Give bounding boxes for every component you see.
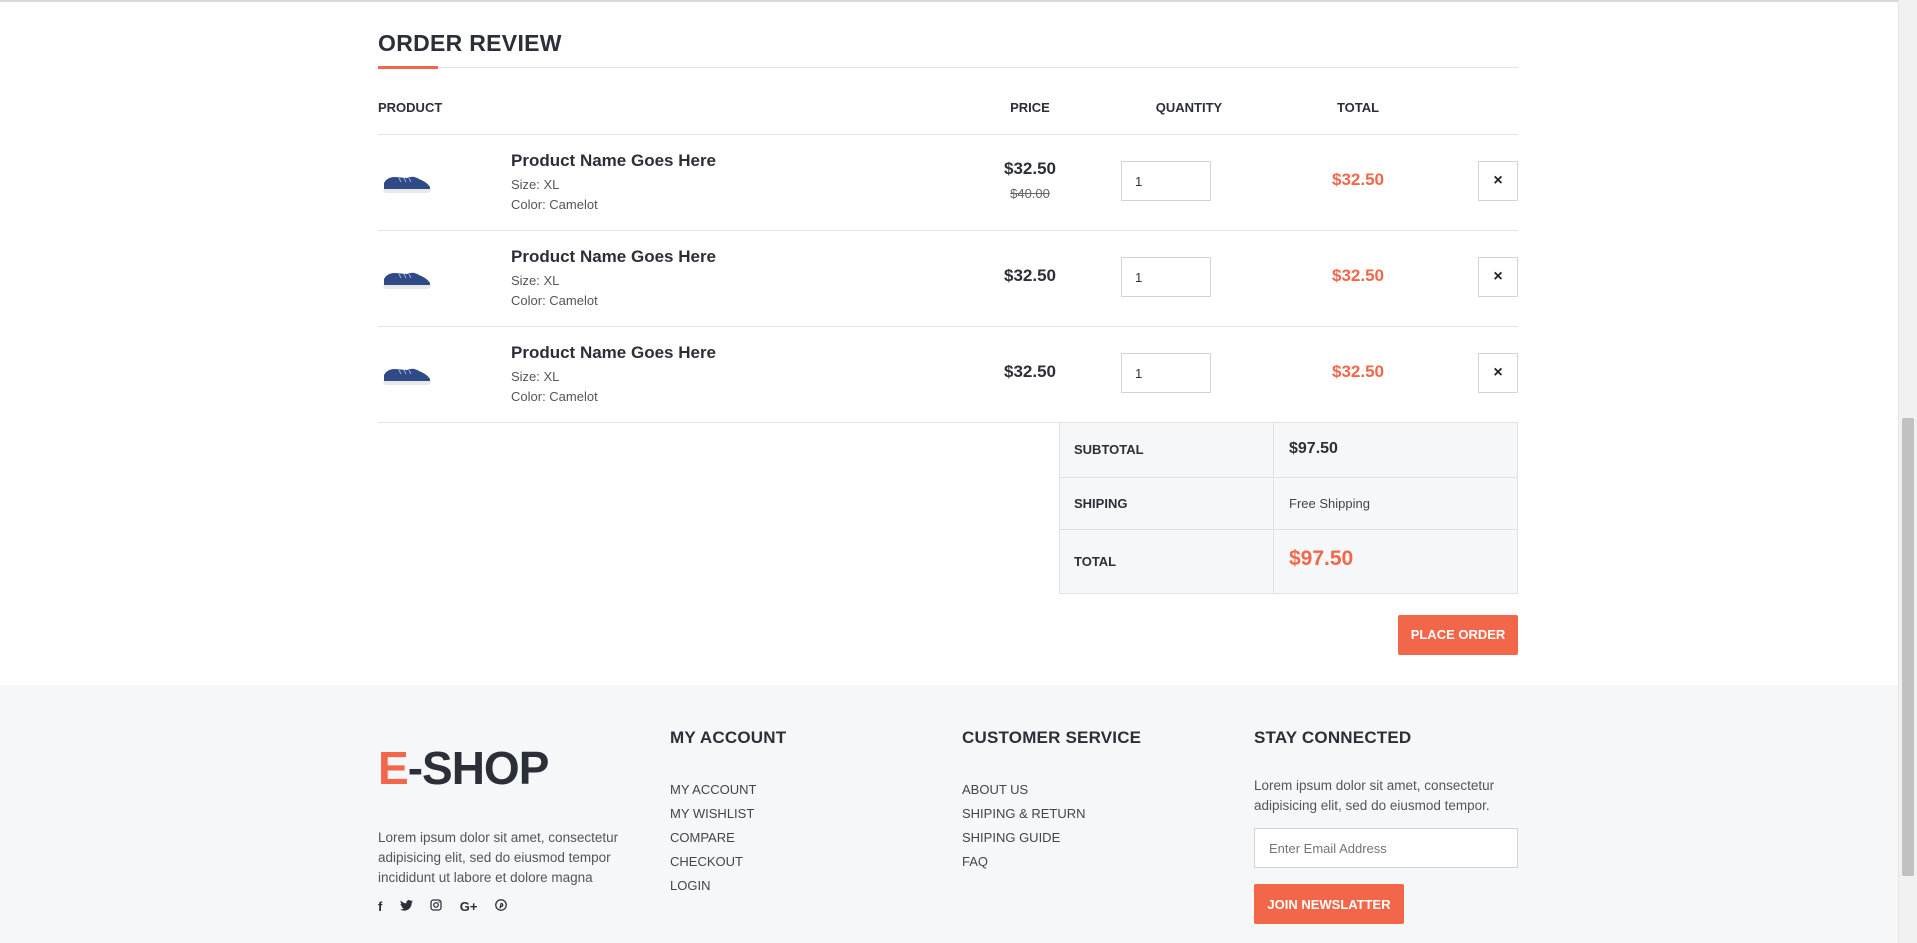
table-row: Product Name Goes Here Size: XL Color: C… [378,230,1518,326]
product-color: Color: Camelot [511,389,598,404]
footer-link-compare[interactable]: COMPARE [670,826,786,850]
join-newsletter-button[interactable]: JOIN NEWSLATTER [1254,884,1404,924]
summary-divider [1273,530,1274,593]
table-row: Product Name Goes Here Size: XL Color: C… [378,134,1518,230]
product-size: Size: XL [511,369,560,384]
footer-my-account: MY ACCOUNT MY ACCOUNT MY WISHLIST COMPAR… [670,728,786,898]
site-logo[interactable]: E-SHOP [378,741,550,795]
close-icon: × [1493,364,1503,381]
social-links: f G+ [378,898,520,918]
logo-accent: E [378,742,409,794]
twitter-icon[interactable] [399,899,413,914]
footer-link-shipping-guide[interactable]: SHIPING GUIDE [962,826,1141,850]
footer-customer-service: CUSTOMER SERVICE ABOUT US SHIPING & RETU… [962,728,1141,874]
column-product: PRODUCT [378,100,443,115]
shoe-thumbnail[interactable] [381,169,433,195]
product-size: Size: XL [511,177,560,192]
product-color: Color: Camelot [511,293,598,308]
order-review-title: ORDER REVIEW [378,30,562,56]
column-price: PRICE [1010,100,1050,115]
title-accent-bar [378,66,438,69]
footer-link-my-wishlist[interactable]: MY WISHLIST [670,802,786,826]
shipping-label: SHIPING [1074,496,1128,511]
summary-divider [1273,478,1274,529]
remove-item-button[interactable]: × [1478,353,1518,393]
footer-heading: CUSTOMER SERVICE [962,728,1142,747]
footer-link-my-account[interactable]: MY ACCOUNT [670,778,786,802]
product-color: Color: Camelot [511,197,598,212]
footer-link-checkout[interactable]: CHECKOUT [670,850,786,874]
footer-heading: MY ACCOUNT [670,728,787,747]
product-name[interactable]: Product Name Goes Here [511,247,716,267]
top-border [0,0,1898,2]
quantity-input[interactable] [1121,257,1211,297]
summary-total-row: TOTAL $97.50 [1060,530,1517,593]
place-order-button[interactable]: PLACE ORDER [1398,615,1518,655]
column-quantity: QUANTITY [1155,100,1223,115]
order-summary: SUBTOTAL $97.50 SHIPING Free Shipping TO… [1059,422,1518,594]
remove-item-button[interactable]: × [1478,161,1518,201]
footer-link-login[interactable]: LOGIN [670,874,786,898]
subtotal-value: $97.50 [1289,440,1338,457]
pinterest-icon[interactable] [495,899,507,914]
shipping-value: Free Shipping [1289,496,1370,511]
total-value: $97.50 [1289,547,1354,570]
shoe-thumbnail[interactable] [381,361,433,387]
product-price: $32.50 [1004,266,1056,285]
quantity-input[interactable] [1121,353,1211,393]
total-label: TOTAL [1074,554,1117,569]
column-total: TOTAL [1336,100,1380,115]
close-icon: × [1493,268,1503,285]
facebook-icon[interactable]: f [378,899,382,914]
scrollbar-thumb[interactable] [1902,418,1914,876]
product-name[interactable]: Product Name Goes Here [511,151,716,171]
remove-item-button[interactable]: × [1478,257,1518,297]
footer-stay-connected: STAY CONNECTED Lorem ipsum dolor sit ame… [1254,728,1518,924]
footer-link-faq[interactable]: FAQ [962,850,1141,874]
logo-text: -SHOP [407,742,550,794]
instagram-icon[interactable] [430,899,442,914]
shoe-thumbnail[interactable] [381,265,433,291]
close-icon: × [1493,172,1503,189]
summary-shipping-row: SHIPING Free Shipping [1060,478,1517,530]
product-name[interactable]: Product Name Goes Here [511,343,716,363]
newsletter-text: Lorem ipsum dolor sit amet, consectetur … [1254,778,1495,813]
footer-link-shipping-return[interactable]: SHIPING & RETURN [962,802,1141,826]
product-price: $32.50 [1004,362,1056,381]
quantity-input[interactable] [1121,161,1211,201]
google-plus-icon[interactable]: G+ [460,899,478,914]
footer-heading: STAY CONNECTED [1254,728,1412,747]
subtotal-label: SUBTOTAL [1074,442,1144,457]
product-price: $32.50 [1004,159,1056,178]
page-scrollbar[interactable] [1898,0,1917,943]
row-total: $32.50 [1332,266,1384,285]
product-size: Size: XL [511,273,560,288]
row-total: $32.50 [1332,362,1384,381]
summary-subtotal-row: SUBTOTAL $97.50 [1060,423,1517,478]
email-field[interactable] [1254,828,1518,868]
footer: E-SHOP Lorem ipsum dolor sit amet, conse… [0,685,1898,943]
row-total: $32.50 [1332,170,1384,189]
table-header: PRODUCT PRICE QUANTITY TOTAL [378,100,1518,134]
product-old-price: $40.00 [1010,186,1050,201]
footer-about-text: Lorem ipsum dolor sit amet, consectetur … [378,830,619,885]
table-row: Product Name Goes Here Size: XL Color: C… [378,326,1518,422]
footer-link-about-us[interactable]: ABOUT US [962,778,1141,802]
title-divider [378,67,1518,68]
summary-divider [1273,423,1274,477]
